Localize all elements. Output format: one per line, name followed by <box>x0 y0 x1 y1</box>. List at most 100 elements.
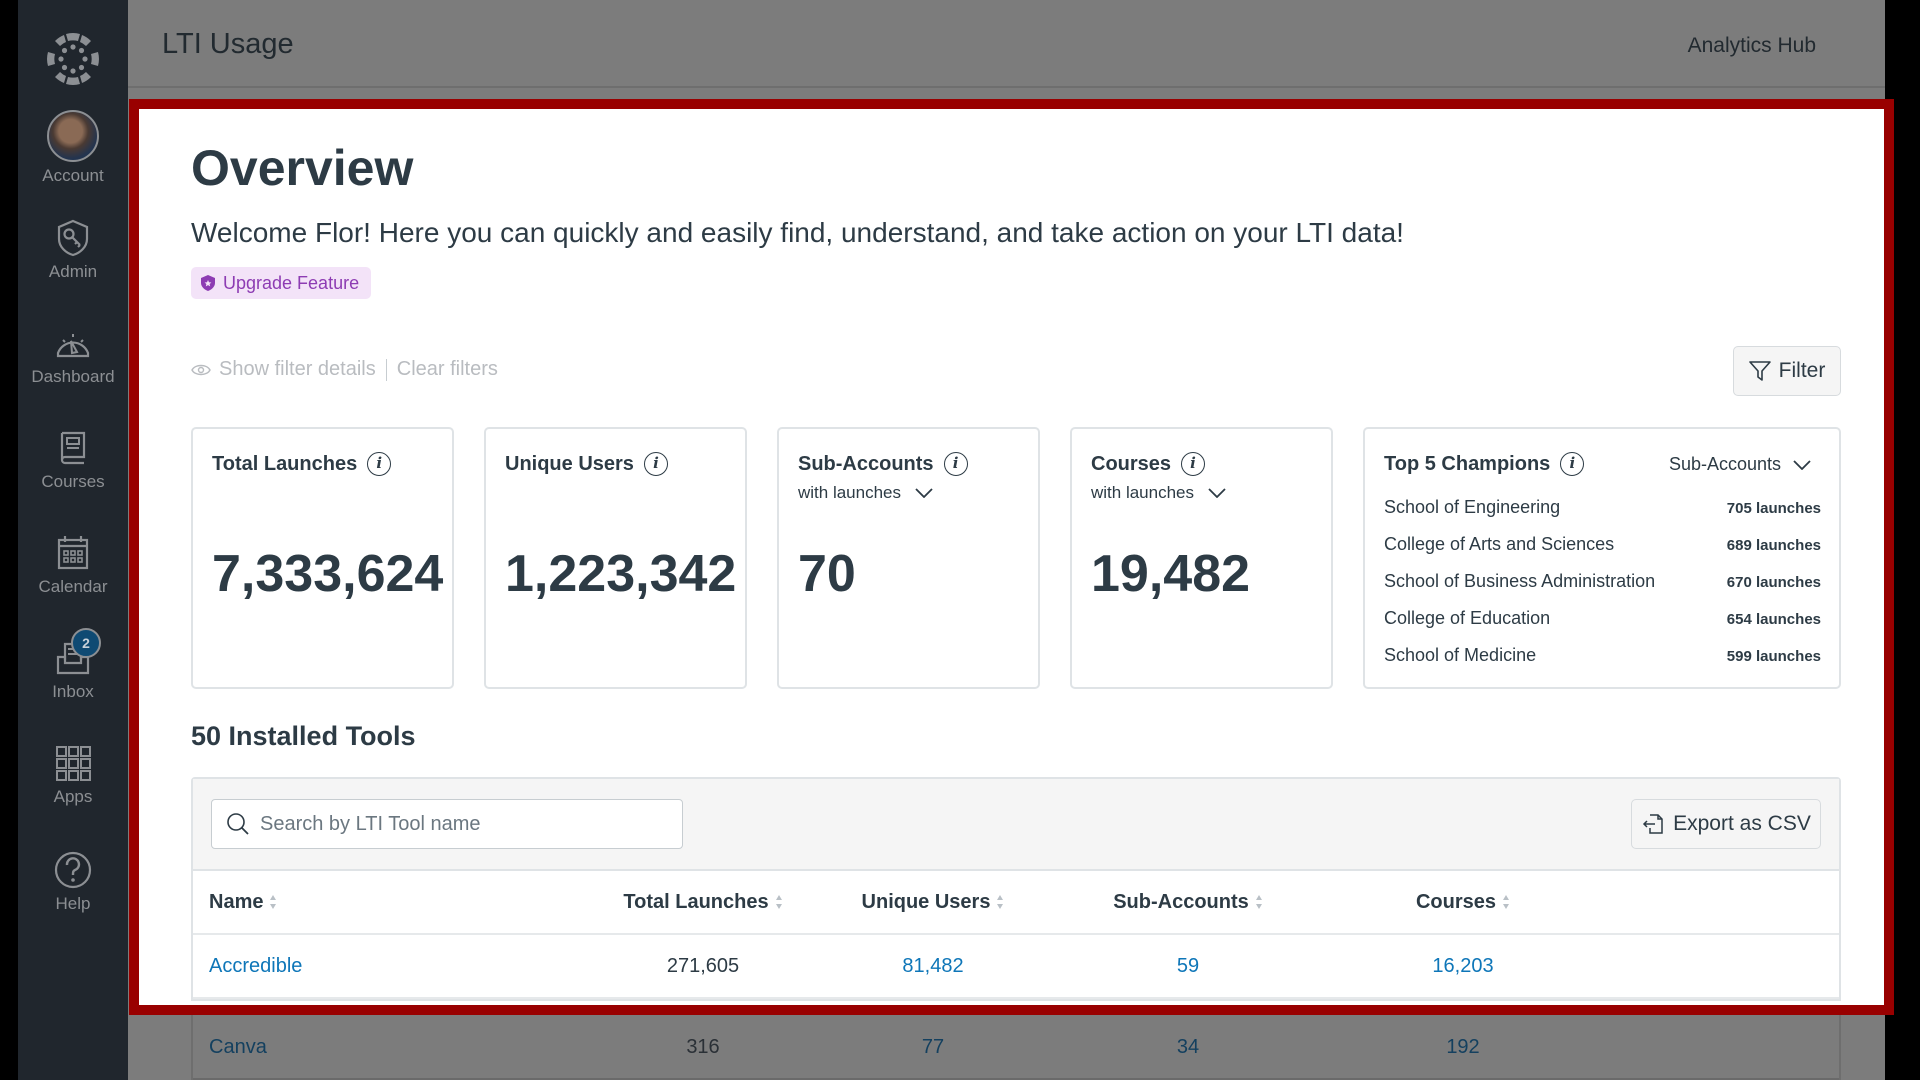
card-title: Courses <box>1091 452 1172 475</box>
column-label: Unique Users <box>861 890 991 913</box>
book-icon <box>53 428 93 468</box>
unique-users-link[interactable]: 81,482 <box>902 955 963 977</box>
table-toolbar: Export as CSV <box>193 779 1839 871</box>
champion-launches: 689 launches <box>1726 537 1821 554</box>
sort-icon <box>997 895 1004 909</box>
total-launches-cell: 271,605 <box>666 954 740 977</box>
sort-icon <box>775 895 782 909</box>
nav-label: Apps <box>53 787 93 806</box>
avatar <box>47 110 99 162</box>
card-title: Total Launches <box>212 452 358 475</box>
nav-item-dashboard[interactable]: Dashboard <box>18 323 128 387</box>
list-item: School of Medicine 599 launches <box>1384 645 1821 682</box>
nav-label: Calendar <box>38 577 108 596</box>
champion-launches: 705 launches <box>1726 500 1821 517</box>
nav-label: Courses <box>41 472 105 491</box>
nav-label: Account <box>42 166 104 185</box>
sort-icon <box>1503 895 1510 909</box>
tools-table: Export as CSV Name Total Launches Unique… <box>191 777 1841 1001</box>
search-field[interactable] <box>211 799 683 849</box>
champion-name: School of Engineering <box>1384 497 1561 517</box>
column-header-courses[interactable]: Courses <box>1323 891 1603 914</box>
courses-link[interactable]: 16,203 <box>1432 955 1493 977</box>
welcome-message: Welcome Flor! Here you can quickly and e… <box>191 217 1404 248</box>
champions-scope-dropdown[interactable]: Sub-Accounts <box>1669 454 1811 475</box>
chevron-down-icon <box>1208 488 1226 498</box>
tool-name-link[interactable]: Canva <box>209 1036 267 1058</box>
column-header-unique-users[interactable]: Unique Users <box>813 891 1053 914</box>
screen-edge <box>0 0 18 1080</box>
card-title: Sub-Accounts <box>798 452 934 475</box>
eye-icon <box>191 364 211 375</box>
courses-link[interactable]: 192 <box>1446 1036 1479 1058</box>
info-icon[interactable]: i <box>1181 452 1206 476</box>
apps-grid-icon <box>53 743 93 783</box>
column-label: Sub-Accounts <box>1113 890 1249 913</box>
nav-label: Admin <box>48 262 98 281</box>
nav-item-account[interactable]: Account <box>18 110 128 186</box>
dropdown-value: Sub-Accounts <box>1668 454 1781 474</box>
card-subtitle: with launches <box>798 483 902 502</box>
upgrade-feature-badge: Upgrade Feature <box>191 267 372 299</box>
courses-mode-dropdown[interactable]: with launches <box>1091 483 1226 503</box>
funnel-icon <box>1748 361 1771 381</box>
card-value: 1,223,342 <box>505 545 737 603</box>
info-icon[interactable]: i <box>1560 452 1585 476</box>
export-csv-button[interactable]: Export as CSV <box>1631 799 1821 849</box>
total-launches-cell: 316 <box>686 1036 720 1058</box>
clear-filters-link[interactable]: Clear filters <box>397 358 498 381</box>
sub-accounts-link[interactable]: 34 <box>1177 1036 1199 1058</box>
page-header: LTI Usage Analytics Hub <box>128 0 1885 88</box>
card-subtitle: with launches <box>1091 483 1195 502</box>
card-unique-users: Unique Users i 1,223,342 <box>484 427 747 689</box>
card-title: Top 5 Champions <box>1384 452 1551 475</box>
info-icon[interactable]: i <box>643 452 668 476</box>
card-title: Unique Users <box>505 452 634 475</box>
info-icon[interactable]: i <box>943 452 968 476</box>
champion-name: School of Medicine <box>1384 645 1537 665</box>
nav-item-admin[interactable]: Admin <box>18 218 128 282</box>
column-header-total-launches[interactable]: Total Launches <box>593 891 813 914</box>
dashboard-gauge-icon <box>53 323 93 363</box>
unique-users-link[interactable]: 77 <box>922 1036 944 1058</box>
list-item: College of Education 654 launches <box>1384 608 1821 645</box>
champion-name: College of Education <box>1384 608 1551 628</box>
card-total-launches: Total Launches i 7,333,624 <box>191 427 454 689</box>
filter-button-label: Filter <box>1778 359 1826 382</box>
inbox-icon: 2 <box>53 628 101 678</box>
nav-label: Help <box>55 894 91 913</box>
analytics-hub-link[interactable]: Analytics Hub <box>1688 34 1816 58</box>
card-top-champions: Top 5 Champions i Sub-Accounts School of … <box>1363 427 1841 689</box>
column-header-sub-accounts[interactable]: Sub-Accounts <box>1053 891 1323 914</box>
column-label: Total Launches <box>623 890 769 913</box>
shield-key-icon <box>53 218 93 258</box>
search-input[interactable] <box>260 812 680 836</box>
nav-item-courses[interactable]: Courses <box>18 428 128 492</box>
sub-accounts-link[interactable]: 59 <box>1177 955 1199 977</box>
column-label: Courses <box>1415 890 1497 913</box>
table-row: Canva 316 77 34 192 <box>193 1017 1839 1080</box>
nav-item-inbox[interactable]: 2 Inbox <box>18 628 128 702</box>
upgrade-feature-label: Upgrade Feature <box>223 272 360 293</box>
column-label: Name <box>209 890 264 913</box>
divider <box>385 358 387 381</box>
card-sub-accounts: Sub-Accounts i with launches 70 <box>777 427 1040 689</box>
nav-item-help[interactable]: Help <box>18 850 128 914</box>
card-courses: Courses i with launches 19,482 <box>1070 427 1333 689</box>
tool-name-link[interactable]: Accredible <box>209 955 302 977</box>
filter-button[interactable]: Filter <box>1733 346 1841 396</box>
nav-label: Inbox <box>52 682 94 701</box>
chevron-down-icon <box>915 488 933 498</box>
export-icon <box>1643 814 1663 834</box>
shield-star-icon <box>201 275 215 291</box>
info-icon[interactable]: i <box>367 452 392 476</box>
sub-accounts-mode-dropdown[interactable]: with launches <box>798 483 933 503</box>
column-header-name[interactable]: Name <box>193 891 593 914</box>
table-row-dimmed: Canva 316 77 34 192 <box>191 1000 1841 1080</box>
list-item: College of Arts and Sciences 689 launches <box>1384 534 1821 571</box>
champions-list: School of Engineering 705 launches Colleg… <box>1384 497 1821 682</box>
nav-item-apps[interactable]: Apps <box>18 743 128 807</box>
canvas-logo-icon[interactable] <box>44 30 102 88</box>
nav-item-calendar[interactable]: Calendar <box>18 533 128 597</box>
show-filter-details-link[interactable]: Show filter details <box>219 358 376 381</box>
